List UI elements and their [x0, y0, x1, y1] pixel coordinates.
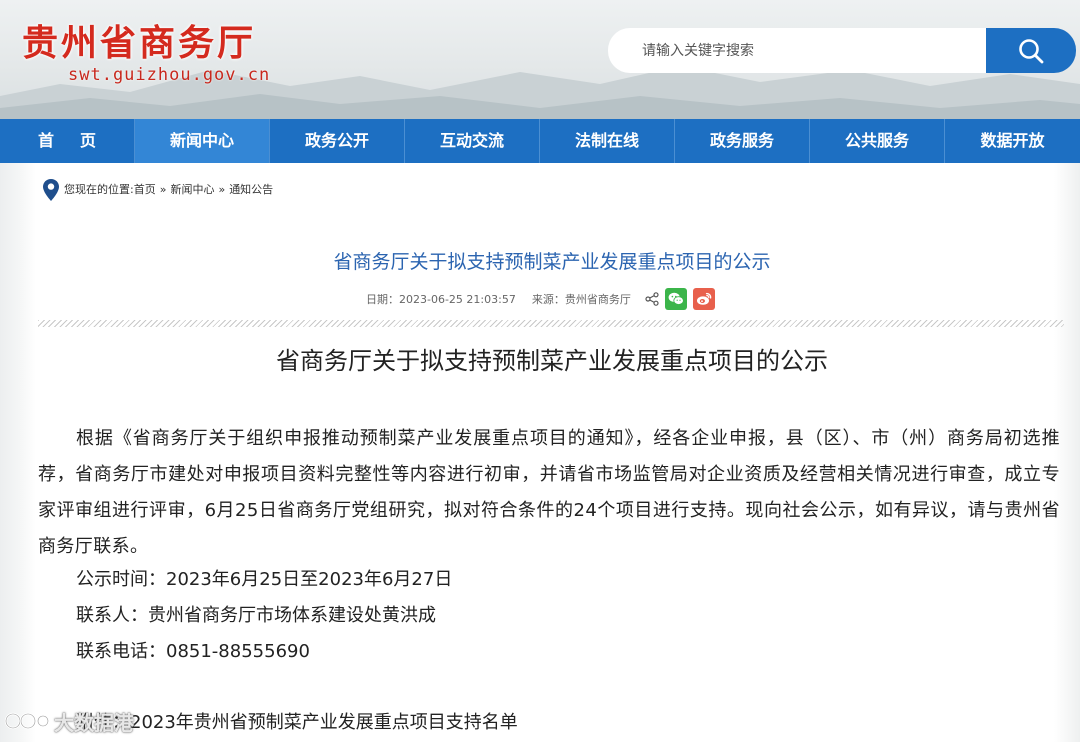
breadcrumb-prefix: 您现在的位置:: [64, 183, 134, 196]
article-source: 来源：贵州省商务厅: [531, 293, 631, 306]
nav-item-open-data[interactable]: 数据开放: [945, 119, 1080, 163]
nav-item-government-services[interactable]: 政务服务: [675, 119, 810, 163]
main-nav: 首页 新闻中心 政务公开 互动交流 法制在线 政务服务 公共服务 数据开放: [0, 119, 1080, 163]
breadcrumb-news-center[interactable]: 新闻中心: [170, 177, 214, 203]
search-box: [608, 28, 1076, 73]
search-button[interactable]: [986, 28, 1076, 73]
nav-item-government-affairs[interactable]: 政务公开: [270, 119, 405, 163]
nav-item-news-center[interactable]: 新闻中心: [135, 119, 270, 163]
site-domain: swt.guizhou.gov.cn: [68, 65, 271, 85]
watermark-text: 大数据港: [54, 710, 134, 735]
article-meta: 日期：2023-06-25 21:03:57 来源：贵州省商务厅: [366, 287, 715, 311]
weibo-icon[interactable]: [692, 288, 715, 310]
wechat-icon[interactable]: [664, 288, 687, 310]
watermark-logo-icon: [4, 708, 50, 734]
contact-person: 联系人：贵州省商务厅市场体系建设处黄洪成: [76, 605, 436, 626]
watermark: 大数据港: [4, 704, 134, 738]
content-title: 省商务厅关于拟支持预制菜产业发展重点项目的公示: [276, 347, 828, 375]
share-icon[interactable]: [645, 292, 659, 306]
site-title[interactable]: 贵州省商务厅: [22, 22, 256, 66]
left-side-fade: [0, 163, 36, 742]
location-pin-icon: [42, 178, 60, 202]
publicity-time: 公示时间：2023年6月25日至2023年6月27日: [76, 569, 453, 590]
search-input[interactable]: [608, 28, 988, 73]
search-icon: [1019, 38, 1044, 63]
dotted-divider: [38, 320, 1064, 327]
attachment-link[interactable]: 附件：2023年贵州省预制菜产业发展重点项目支持名单: [76, 705, 518, 741]
contact-phone: 联系电话：0851-88555690: [76, 641, 310, 662]
breadcrumb-separator: »: [159, 183, 167, 196]
nav-item-legal-online[interactable]: 法制在线: [540, 119, 675, 163]
article-title: 省商务厅关于拟支持预制菜产业发展重点项目的公示: [333, 251, 771, 273]
breadcrumb-home[interactable]: 首页: [134, 177, 156, 203]
nav-item-home[interactable]: 首页: [0, 119, 135, 163]
breadcrumb: 您现在的位置: 首页 » 新闻中心 » 通知公告: [42, 177, 273, 203]
site-header: 贵州省商务厅 swt.guizhou.gov.cn: [0, 0, 1080, 119]
breadcrumb-notices[interactable]: 通知公告: [229, 177, 273, 203]
article-paragraph: 根据《省商务厅关于组织申报推动预制菜产业发展重点项目的通知》，经各企业申报，县（…: [38, 428, 1060, 557]
breadcrumb-separator: »: [218, 183, 226, 196]
nav-item-public-services[interactable]: 公共服务: [810, 119, 945, 163]
nav-item-interaction[interactable]: 互动交流: [405, 119, 540, 163]
article-date: 日期：2023-06-25 21:03:57: [366, 293, 516, 306]
